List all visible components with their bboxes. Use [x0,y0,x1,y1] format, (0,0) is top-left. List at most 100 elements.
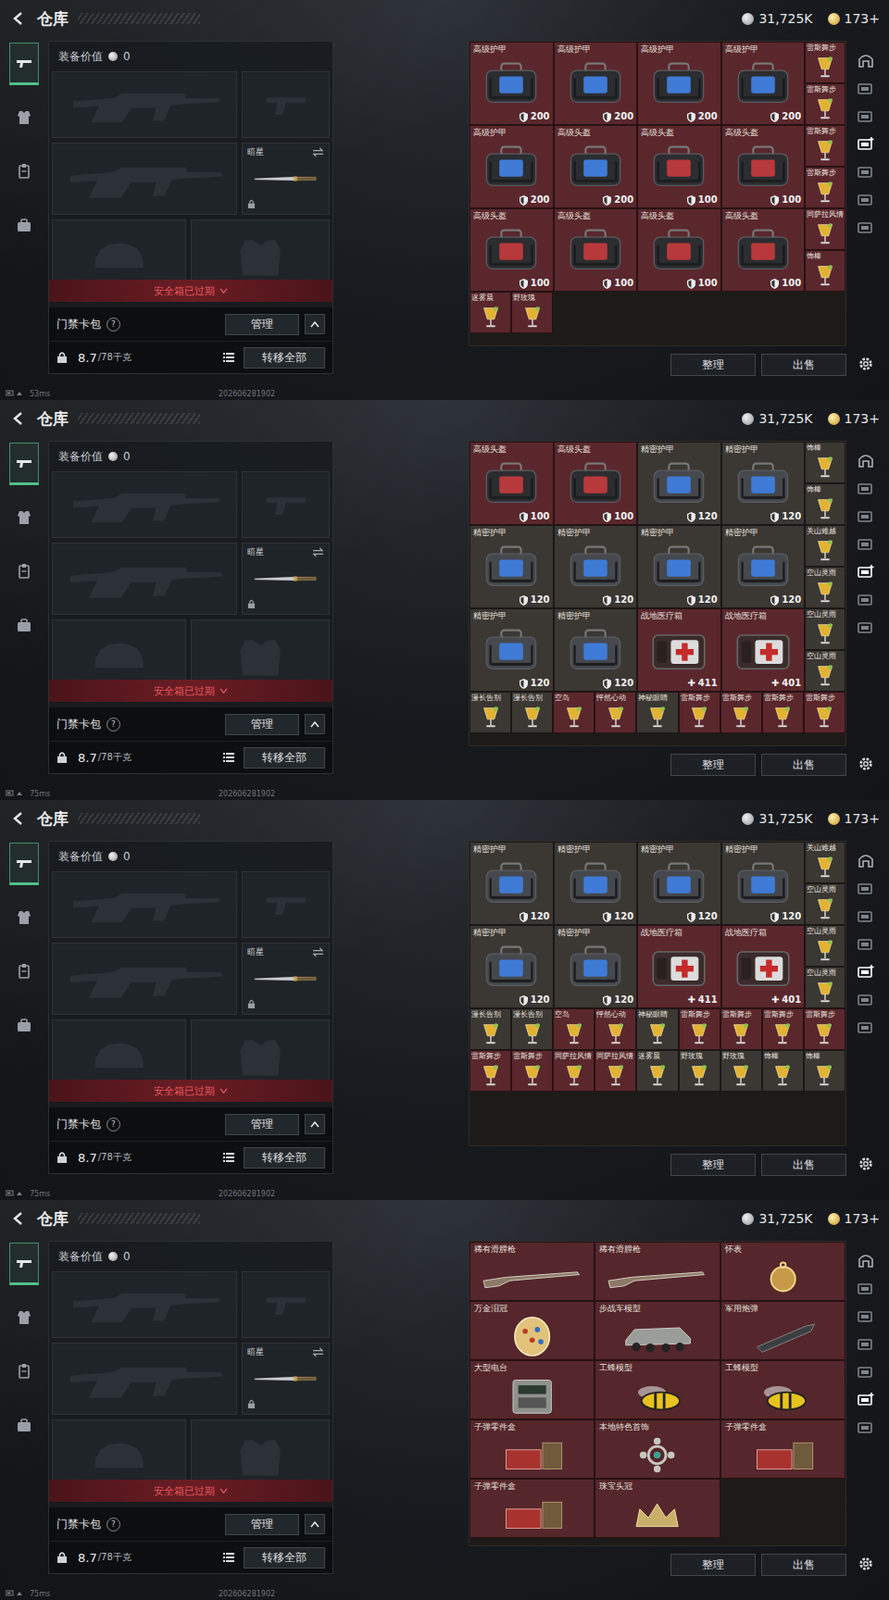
stash-item[interactable]: 雷斯舞步 [678,691,721,734]
secure-case-warning[interactable]: 安全箱已过期 [49,679,333,702]
stash-item[interactable]: 空山灵雨 [804,966,846,1009]
stash-item[interactable]: 本地特色首饰 [594,1419,720,1479]
stash-item[interactable]: 精密护甲 120 [469,925,554,1009]
pistol-slot[interactable] [241,471,330,539]
stash-item[interactable]: 万金泪冠 [469,1301,595,1361]
tool-button[interactable] [857,851,875,869]
stash-item[interactable]: 雷斯舞步 [469,1050,512,1092]
armor-slot[interactable] [190,1019,330,1080]
stash-item[interactable]: 精密护甲 120 [469,841,554,926]
list-button[interactable] [218,1147,239,1168]
stash-item[interactable]: 雷斯舞步 [511,1050,553,1092]
stash-item[interactable]: 精密护甲 120 [637,441,722,526]
nav-item[interactable] [9,1350,39,1393]
swap-icon[interactable] [312,147,325,158]
secure-case-warning[interactable]: 安全箱已过期 [49,1479,333,1503]
stash-item[interactable]: 大型电台 [469,1360,595,1420]
list-button[interactable] [218,1547,239,1568]
melee-slot[interactable]: 暗星 [241,142,330,215]
stash-item[interactable]: 雷斯舞步 [720,691,763,734]
stash-item[interactable]: 饰棒 [804,250,846,292]
stash-item[interactable]: 雷斯舞步 [762,1008,804,1051]
nav-item[interactable] [9,442,39,486]
tool-button[interactable] [857,1309,875,1325]
stash-button[interactable]: 出售 [761,1153,847,1177]
stash-item[interactable]: 子弹零件盒 [469,1478,595,1539]
stash-item[interactable]: 漫长告别 [511,691,553,734]
tool-button[interactable] [857,620,875,636]
stash-item[interactable]: 同萨拉风情 [552,1050,595,1092]
back-button[interactable] [9,409,28,428]
stash-item[interactable]: 高级头盔 100 [469,208,554,292]
nav-item[interactable] [9,550,39,593]
stash-item[interactable]: 空山灵雨 [804,883,846,926]
tool-button[interactable] [857,909,875,925]
helmet-slot[interactable] [51,619,187,680]
stash-item[interactable]: 高级护甲 200 [721,41,806,126]
nav-item[interactable] [9,1296,39,1340]
stash-button[interactable]: 整理 [670,353,756,376]
collapse-button[interactable] [304,713,326,735]
tool-button[interactable] [857,451,875,469]
swap-icon[interactable] [312,1347,325,1358]
stash-item[interactable]: 高级头盔 200 [553,125,639,209]
stash-item[interactable]: 雷斯舞步 [720,1008,763,1051]
stash-item[interactable]: 空山灵雨 [804,650,846,692]
rifle-slot[interactable] [51,1271,238,1339]
secure-case-warning[interactable]: 安全箱已过期 [49,1079,333,1102]
stash-item[interactable]: 雷斯舞步 [678,1008,721,1051]
tool-button[interactable] [857,992,875,1008]
stash-item[interactable]: 精密护甲 120 [721,841,806,926]
stash-button[interactable]: 整理 [670,753,756,777]
nav-item[interactable] [9,496,39,539]
helmet-slot[interactable] [51,1019,187,1080]
stash-item[interactable]: 精密护甲 120 [553,841,639,926]
stash-item[interactable]: 关山难越 [804,841,846,884]
stash-item[interactable]: 高级头盔 100 [721,125,806,209]
nav-item[interactable] [9,1242,39,1286]
melee-slot[interactable]: 暗星 [241,942,330,1015]
rifle-slot[interactable] [51,942,238,1015]
tool-button[interactable] [857,509,875,525]
stash-item[interactable]: 野玫瑰 [678,1050,721,1092]
stash-item[interactable]: 空山灵雨 [804,608,846,651]
help-badge[interactable]: ? [106,317,121,332]
stash-item[interactable]: 精密护甲 120 [469,525,554,609]
stash-button[interactable]: 出售 [761,1553,847,1577]
stash-item[interactable]: 子弹零件盒 [720,1419,846,1479]
stash-item[interactable]: 高级头盔 100 [637,125,722,209]
manage-button[interactable]: 管理 [225,1114,300,1136]
stash-item[interactable]: 关山难越 [804,525,846,567]
nav-item[interactable] [9,203,39,247]
stash-item[interactable]: 高级头盔 100 [553,208,639,292]
rifle-slot[interactable] [51,1342,238,1415]
back-button[interactable] [9,9,28,28]
stash-item[interactable]: 神秘眼睛 [636,1008,678,1051]
helmet-slot[interactable] [51,1419,187,1480]
rifle-slot[interactable] [51,542,238,615]
transfer-all-button[interactable]: 转移全部 [243,747,326,769]
stash-item[interactable]: 高级护甲 200 [469,41,554,126]
tool-button[interactable] [857,1281,875,1297]
stash-item[interactable]: 同萨拉风情 [594,1050,637,1092]
collapse-button[interactable] [304,313,326,335]
stash-item[interactable]: 高级头盔 100 [637,208,722,292]
collapse-button[interactable] [304,1514,326,1535]
stash-button[interactable]: 出售 [761,353,847,376]
stash-item[interactable]: 饰棒 [803,1050,846,1092]
settings-button[interactable] [857,1555,875,1573]
tool-button[interactable] [857,192,875,208]
stash-item[interactable]: 稀有滑膛枪 [594,1241,720,1302]
stash-item[interactable]: 迷雾晨 [636,1050,678,1092]
tool-button[interactable] [857,81,875,97]
stash-item[interactable]: 子弹零件盒 [469,1419,595,1479]
stash-item[interactable]: 高级护甲 200 [469,125,554,209]
stash-item[interactable]: 稀有滑膛枪 [469,1241,595,1302]
settings-button[interactable] [857,355,875,373]
pistol-slot[interactable] [241,1271,330,1339]
stash-item[interactable]: 精密护甲 120 [553,525,639,609]
stash-item[interactable]: 雷斯舞步 [804,125,846,167]
rifle-slot[interactable] [51,142,238,215]
swap-icon[interactable] [312,547,325,558]
stash-item[interactable]: 漫长告别 [511,1008,553,1051]
